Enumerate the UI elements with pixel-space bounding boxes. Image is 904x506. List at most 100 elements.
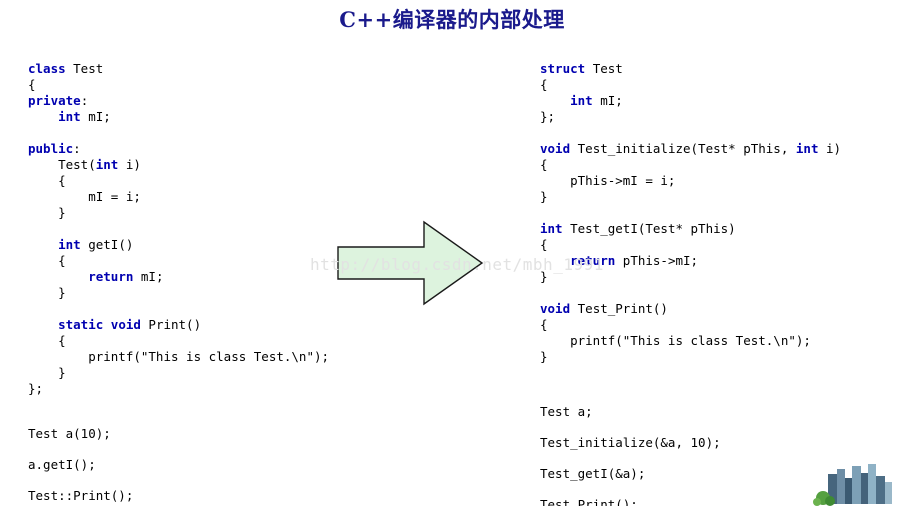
code-text: { <box>540 316 548 332</box>
code-text: Test_getI(Test* pThis) <box>570 220 736 236</box>
code-text: Test a; <box>540 403 593 419</box>
code-line: int mI; <box>540 93 841 109</box>
code-line: mI = i; <box>28 189 329 205</box>
code-line: int mI; <box>28 109 329 125</box>
code-line: class Test <box>28 61 329 77</box>
code-text: : <box>80 92 89 108</box>
code-block-c-struct: struct Test { int mI;}; void Test_initial… <box>540 61 841 365</box>
code-text: { <box>540 236 548 252</box>
code-keyword: class <box>28 60 74 76</box>
right-arrow-shape <box>337 220 484 306</box>
code-text: a.getI(); <box>28 456 96 472</box>
code-line: return mI; <box>28 269 329 285</box>
code-line: { <box>28 253 329 269</box>
code-keyword: private <box>28 92 81 108</box>
code-text: pThis->mI = i; <box>540 172 676 188</box>
code-text: Test_initialize(&a, 10); <box>540 434 721 450</box>
code-line: public: <box>28 141 329 157</box>
code-text: Test <box>592 60 623 76</box>
code-text: }; <box>28 380 44 396</box>
code-block-cpp-usage: Test a(10);a.getI();Test::Print(); <box>28 418 133 506</box>
code-line: Test_Print(); <box>540 489 721 506</box>
code-keyword: public <box>28 140 74 156</box>
code-text: { <box>28 252 66 268</box>
code-text: mI = i; <box>28 188 141 204</box>
code-text: mI; <box>140 268 164 284</box>
code-keyword: int <box>570 92 601 108</box>
code-block-cpp-class: class Test{private: int mI; public: Test… <box>28 61 329 397</box>
code-keyword: return <box>570 252 623 268</box>
code-keyword: struct <box>540 60 593 76</box>
code-line: } <box>540 349 841 365</box>
code-keyword: return <box>88 268 141 284</box>
code-block-c-usage: Test a; Test_initialize(&a, 10); Test_getI… <box>540 396 721 506</box>
code-text: } <box>28 364 66 380</box>
code-line: } <box>28 285 329 301</box>
code-text: } <box>540 268 548 284</box>
code-text: } <box>540 348 548 364</box>
code-text: i) <box>826 140 842 156</box>
code-keyword: int <box>58 236 89 252</box>
code-text: printf("This is class Test.\n"); <box>28 348 330 364</box>
code-line: a.getI(); <box>28 449 133 480</box>
code-line: { <box>28 77 329 93</box>
code-line: } <box>540 269 841 285</box>
code-line: void Test_initialize(Test* pThis, int i) <box>540 141 841 157</box>
code-keyword: void <box>540 140 578 156</box>
code-line: Test a; <box>540 396 721 427</box>
code-line: } <box>28 205 329 221</box>
code-text: getI() <box>88 236 134 252</box>
right-arrow-icon <box>337 220 484 306</box>
code-line: { <box>540 317 841 333</box>
code-keyword: static void <box>58 316 149 332</box>
code-line: Test_getI(&a); <box>540 458 721 489</box>
code-text: Test <box>73 60 104 76</box>
code-line: void Test_Print() <box>540 301 841 317</box>
code-line: static void Print() <box>28 317 329 333</box>
code-line: } <box>540 189 841 205</box>
code-text: Test_initialize(Test* pThis, <box>577 140 796 156</box>
code-text: Test::Print(); <box>28 487 134 503</box>
city-skyline-icon <box>813 464 892 506</box>
code-text: Test( <box>28 156 96 172</box>
code-line: Test a(10); <box>28 418 133 449</box>
code-line: pThis->mI = i; <box>540 173 841 189</box>
code-line: private: <box>28 93 329 109</box>
code-text: { <box>540 156 548 172</box>
code-line: Test(int i) <box>28 157 329 173</box>
code-keyword: int <box>58 108 89 124</box>
code-line: int Test_getI(Test* pThis) <box>540 221 841 237</box>
code-text: : <box>73 140 81 156</box>
code-text: } <box>540 188 548 204</box>
code-text: printf("This is class Test.\n"); <box>540 332 811 348</box>
code-text: } <box>28 204 66 220</box>
code-line: Test_initialize(&a, 10); <box>540 427 721 458</box>
code-text: Test a(10); <box>28 425 111 441</box>
code-text: { <box>540 76 548 92</box>
skyline-buildings <box>828 464 892 504</box>
code-line: printf("This is class Test.\n"); <box>28 349 329 365</box>
code-text: { <box>28 76 36 92</box>
code-line: { <box>28 333 329 349</box>
code-line: printf("This is class Test.\n"); <box>540 333 841 349</box>
code-text: mI; <box>88 108 111 124</box>
code-line: Test::Print(); <box>28 480 133 506</box>
code-keyword: void <box>540 300 578 316</box>
code-line: { <box>540 157 841 173</box>
code-keyword: int <box>540 220 571 236</box>
code-text: { <box>28 172 66 188</box>
code-keyword: int <box>795 140 826 156</box>
code-text: Print() <box>148 316 202 332</box>
code-text: Test_Print() <box>577 300 668 316</box>
code-text: }; <box>540 108 556 124</box>
